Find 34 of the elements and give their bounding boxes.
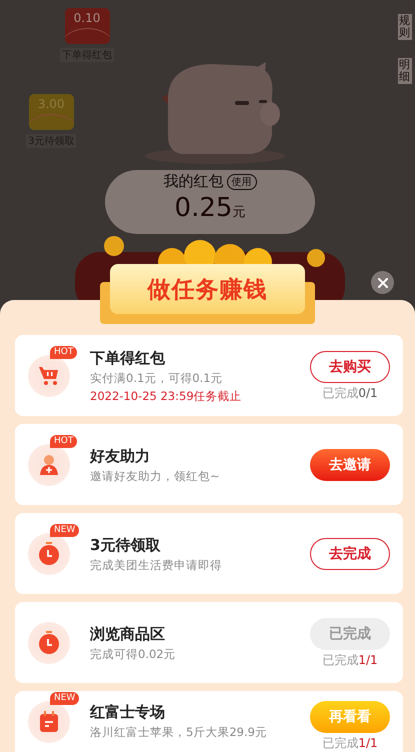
task-description: 实付满0.1元，可得0.1元 [90, 370, 224, 386]
wallet-title: 我的红包 [164, 172, 224, 191]
task-description: 洛川红富士苹果，5斤大果29.9元 [90, 724, 268, 741]
clock-icon [37, 542, 61, 566]
task-button[interactable]: 去完成 [310, 538, 390, 570]
task-button[interactable]: 去邀请 [310, 448, 390, 480]
task-button[interactable]: 已完成 [310, 618, 390, 650]
badge: HOT [50, 434, 78, 448]
deadline-text: 2022-10-25 23:59任务截止 [90, 388, 243, 404]
task-title: 红富士专场 [90, 702, 166, 723]
task-description: 完成美团生活费申请即得 [90, 556, 223, 574]
calendar-icon [37, 710, 61, 734]
banner-title: 做任务赚钱 [148, 276, 268, 304]
badge: HOT [50, 346, 78, 358]
side-link[interactable]: 明细 [398, 58, 412, 84]
person-icon [37, 452, 61, 476]
badge: NEW [50, 692, 80, 705]
task-button[interactable]: 去购买 [310, 350, 390, 382]
side-link[interactable]: 规则 [398, 14, 412, 40]
task-title: 浏览商品区 [90, 624, 166, 644]
close-icon [378, 278, 388, 288]
progress-text: 已完成1/1 [322, 652, 378, 668]
task-description: 完成可得0.02元 [90, 646, 177, 662]
clock-icon [37, 630, 61, 654]
task-title: 3元待领取 [90, 534, 162, 556]
task-title: 下单得红包 [90, 348, 166, 368]
task-title: 好友助力 [90, 446, 151, 466]
task-description: 邀请好友助力，领红包~ [90, 468, 221, 484]
progress-text: 已完成0/1 [322, 386, 378, 400]
envelope-card[interactable]: 0.10 [64, 8, 110, 44]
use-button[interactable]: 使用 [226, 174, 256, 190]
badge: NEW [50, 524, 80, 536]
progress-text: 已完成1/1 [322, 736, 378, 751]
wallet-amount: 0.25元 [174, 192, 246, 225]
